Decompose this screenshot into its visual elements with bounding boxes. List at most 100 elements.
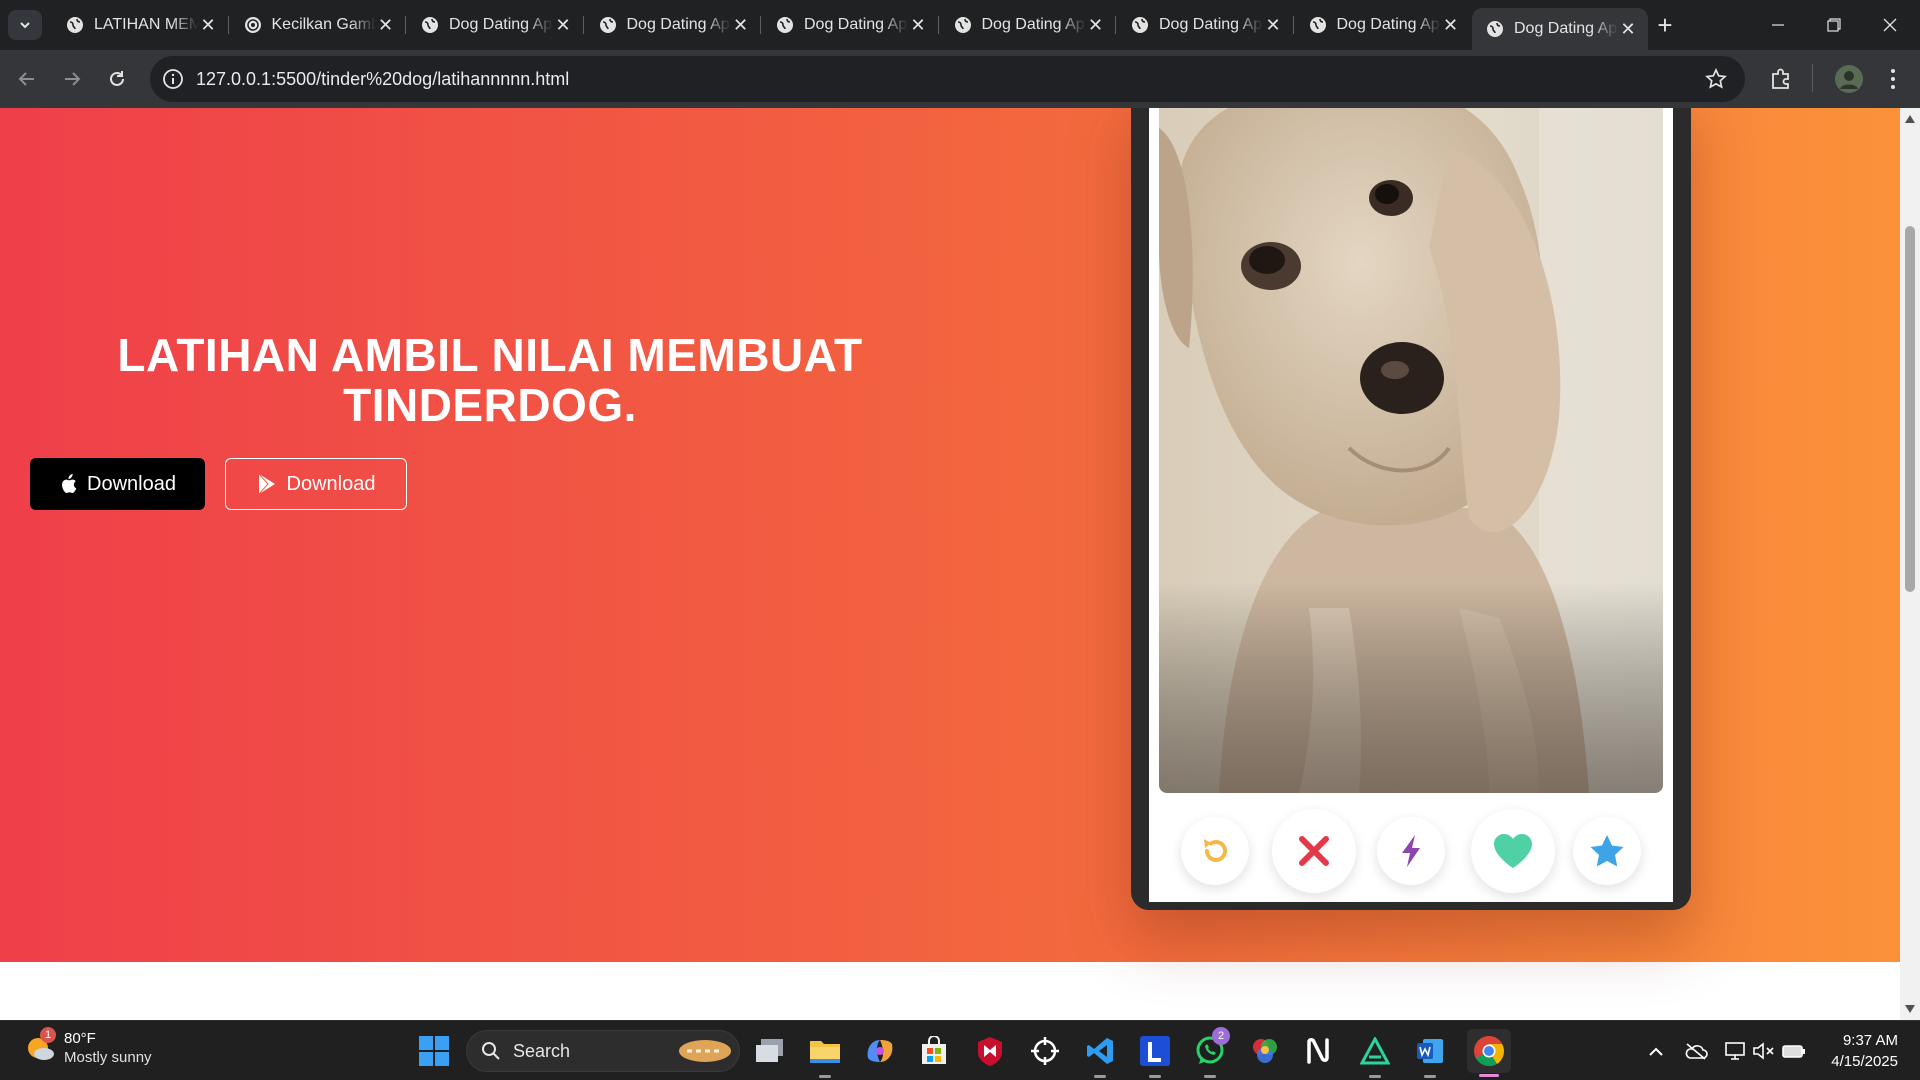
- tab-close-icon[interactable]: ✕: [1618, 19, 1638, 39]
- url-text[interactable]: 127.0.0.1:5500/tinder%20dog/latihannnnn.…: [196, 69, 569, 90]
- taskbar-triangle-app[interactable]: [1357, 1033, 1393, 1078]
- bookmark-star-icon[interactable]: [1705, 68, 1727, 90]
- tray-onedrive[interactable]: [1684, 1039, 1708, 1063]
- restore-icon: [1827, 18, 1841, 32]
- tray-battery[interactable]: [1782, 1039, 1806, 1063]
- more-menu-icon[interactable]: [1880, 66, 1906, 92]
- tab-close-icon[interactable]: ✕: [1441, 15, 1461, 35]
- scroll-thumb[interactable]: [1905, 226, 1915, 592]
- globe-icon: [954, 17, 971, 33]
- address-bar[interactable]: 127.0.0.1:5500/tinder%20dog/latihannnnn.…: [150, 56, 1745, 102]
- copilot-icon: [867, 1040, 893, 1062]
- taskbar-mcafee[interactable]: [972, 1033, 1008, 1069]
- arrow-right-icon: [65, 72, 81, 86]
- super-like-button[interactable]: [1573, 817, 1641, 885]
- browser-tab[interactable]: Dog Dating App ✕: [407, 8, 583, 42]
- taskbar-task-view[interactable]: [752, 1033, 788, 1069]
- taskbar-color-app[interactable]: [1247, 1033, 1283, 1069]
- chevron-down-icon: [20, 22, 30, 29]
- taskbar-clock[interactable]: 9:37 AM 4/15/2025: [1831, 1030, 1898, 1072]
- new-tab-button[interactable]: +: [1650, 10, 1680, 40]
- taskbar-search-box[interactable]: Search: [466, 1030, 740, 1072]
- whatsapp-badge: 2: [1212, 1027, 1230, 1045]
- back-button[interactable]: [12, 64, 42, 94]
- scroll-up-arrow-icon[interactable]: [1904, 114, 1916, 124]
- nope-button[interactable]: [1272, 809, 1356, 893]
- page-scrollbar[interactable]: [1900, 108, 1920, 1020]
- browser-tab[interactable]: Dog Dating App ✕: [1295, 8, 1471, 42]
- globe-icon: [1309, 17, 1326, 33]
- chrome-icon: [1474, 1036, 1504, 1067]
- tray-overflow-button[interactable]: [1644, 1039, 1668, 1063]
- clock-date: 4/15/2025: [1831, 1053, 1898, 1070]
- taskbar-microsoft-store[interactable]: [916, 1033, 952, 1069]
- tab-close-icon[interactable]: ✕: [908, 15, 928, 35]
- tab-close-icon[interactable]: ✕: [376, 15, 396, 35]
- taskbar-l-app[interactable]: [1137, 1033, 1173, 1078]
- browser-tab[interactable]: Dog Dating App ✕: [762, 8, 938, 42]
- window-close-button[interactable]: [1862, 0, 1918, 50]
- tab-title: Dog Dating App: [1159, 16, 1263, 33]
- running-indicator: [1424, 1075, 1436, 1078]
- boost-button[interactable]: [1377, 817, 1445, 885]
- mcafee-shield-icon: [978, 1037, 1002, 1066]
- minimize-button[interactable]: [1750, 0, 1806, 50]
- reload-button[interactable]: [102, 64, 132, 94]
- taskbar-vscode[interactable]: [1082, 1033, 1118, 1078]
- rewind-icon: [1204, 839, 1227, 862]
- browser-tab[interactable]: Dog Dating App ✕: [1117, 8, 1293, 42]
- crosshair-icon: [1031, 1037, 1059, 1065]
- browser-tab[interactable]: Dog Dating App ✕: [585, 8, 761, 42]
- rewind-button[interactable]: [1181, 817, 1249, 885]
- tray-volume[interactable]: [1752, 1039, 1776, 1063]
- google-play-download-label: Download: [286, 472, 376, 495]
- volume-muted-icon: [1753, 1042, 1774, 1060]
- tab-close-icon[interactable]: ✕: [1086, 15, 1106, 35]
- taskbar-file-explorer[interactable]: [807, 1033, 843, 1078]
- taskbar-word[interactable]: [1412, 1033, 1448, 1078]
- weather-widget[interactable]: 80°F Mostly sunny 1: [24, 1027, 152, 1067]
- like-button[interactable]: [1471, 809, 1555, 893]
- cloud-offline-icon: [1685, 1043, 1708, 1060]
- tray-network[interactable]: [1724, 1039, 1748, 1063]
- tab-close-icon[interactable]: ✕: [731, 15, 751, 35]
- scroll-down-arrow-icon[interactable]: [1904, 1004, 1916, 1014]
- close-icon: [1883, 18, 1897, 32]
- taskbar-whatsapp[interactable]: 2: [1192, 1027, 1230, 1078]
- apple-icon: [62, 474, 77, 494]
- globe-icon: [67, 17, 83, 33]
- profile-avatar[interactable]: [1834, 64, 1864, 94]
- taskbar-n-app[interactable]: [1302, 1033, 1338, 1069]
- reload-icon: [110, 71, 124, 86]
- apple-download-button[interactable]: Download: [30, 458, 205, 510]
- browser-tab[interactable]: Dog Dating App ✕: [940, 8, 1116, 42]
- tab-search-button[interactable]: [8, 10, 42, 40]
- restore-button[interactable]: [1806, 0, 1862, 50]
- running-indicator: [819, 1075, 831, 1078]
- browser-toolbar: 127.0.0.1:5500/tinder%20dog/latihannnnn.…: [0, 50, 1920, 108]
- clock-time: 9:37 AM: [1842, 1032, 1898, 1049]
- chevron-up-icon: [1649, 1047, 1663, 1056]
- windows-start-icon[interactable]: [418, 1035, 450, 1067]
- taskbar-chrome[interactable]: [1467, 1029, 1511, 1077]
- spiral-icon: [244, 17, 261, 33]
- forward-button[interactable]: [57, 64, 87, 94]
- google-play-download-button[interactable]: Download: [225, 458, 407, 510]
- browser-tab[interactable]: LATIHAN MEMBUAT✕: [52, 8, 228, 42]
- vscode-icon: [1087, 1038, 1113, 1064]
- taskbar-crosshair-app[interactable]: [1027, 1033, 1063, 1069]
- running-indicator: [1204, 1075, 1216, 1078]
- search-highlight-bread-icon: [679, 1040, 731, 1062]
- taskbar-copilot[interactable]: [862, 1033, 898, 1069]
- tab-close-icon[interactable]: ✕: [1263, 15, 1283, 35]
- tab-close-icon[interactable]: ✕: [553, 15, 573, 35]
- super-like-icon: [1590, 835, 1624, 867]
- browser-tab[interactable]: Kecilkan Gambar✕: [230, 8, 406, 42]
- phone-screen: [1149, 108, 1673, 902]
- task-view-icon: [756, 1039, 783, 1062]
- site-info-icon[interactable]: [162, 68, 184, 90]
- extensions-puzzle-icon[interactable]: [1768, 66, 1794, 92]
- tab-close-icon[interactable]: ✕: [198, 15, 218, 35]
- browser-tab[interactable]: Dog Dating App ✕: [1472, 8, 1648, 50]
- like-icon: [1494, 834, 1532, 868]
